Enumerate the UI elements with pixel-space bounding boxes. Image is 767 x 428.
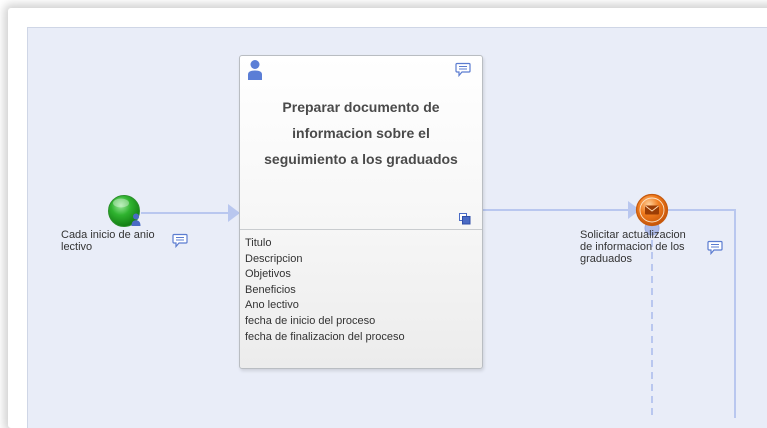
message-event-label: Solicitar actualizacion de informacion d… — [580, 229, 686, 265]
task-attribute: fecha de finalizacion del proceso — [245, 330, 405, 343]
comment-icon[interactable] — [707, 240, 723, 255]
message-event-label-line: graduados — [580, 253, 632, 265]
user-icon — [248, 60, 262, 80]
task-attributes: Titulo Descripcion Objetivos Beneficios … — [245, 236, 477, 345]
task-attribute: fecha de inicio del proceso — [245, 314, 376, 327]
task-attribute: Ano lectivo — [245, 299, 299, 312]
start-event-label: Cada inicio de anio lectivo — [61, 229, 155, 253]
message-event-label-line: Solicitar actualizacion — [580, 229, 686, 241]
start-event-label-line: Cada inicio de anio — [61, 229, 155, 241]
task-attribute: Titulo — [245, 237, 272, 249]
start-event-label-line: lectivo — [61, 241, 93, 253]
comment-icon[interactable] — [455, 62, 471, 77]
message-event-label-line: de informacion de los — [580, 241, 685, 253]
message-event[interactable] — [635, 193, 671, 229]
task-header: Preparar documento de informacion sobre … — [240, 56, 482, 230]
task-attribute: Beneficios — [245, 283, 296, 296]
envelope-icon — [645, 205, 659, 215]
subprocess-expand-icon[interactable] — [459, 213, 471, 225]
task-title: Preparar documento de informacion sobre … — [264, 99, 458, 167]
start-event[interactable] — [106, 193, 146, 233]
task-box[interactable]: Preparar documento de informacion sobre … — [239, 55, 483, 369]
task-attribute: Descripcion — [245, 252, 303, 265]
comment-icon[interactable] — [172, 233, 188, 248]
task-attribute: Objetivos — [245, 268, 291, 281]
